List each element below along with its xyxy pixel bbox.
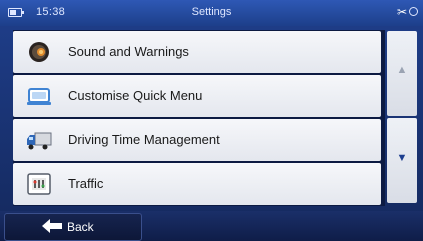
scroll-up-button[interactable]: ▲ [387,31,417,116]
menu-item-sound-and-warnings[interactable]: Sound and Warnings [13,31,381,73]
back-arrow-icon [41,218,63,238]
chevron-up-icon: ▲ [396,64,408,76]
page-title: Settings [191,6,232,18]
quick-menu-icon [26,84,52,108]
traffic-icon [26,172,52,196]
scroll-down-button[interactable]: ▼ [387,118,417,203]
truck-icon [26,128,52,152]
menu-item-label: Sound and Warnings [68,44,189,59]
menu-item-traffic[interactable]: Traffic [13,163,381,205]
menu-item-label: Customise Quick Menu [68,88,203,103]
bottom-bar: Back [0,211,423,241]
speaker-icon [26,40,52,64]
status-bar: 15:38 Settings ✂ [0,0,423,26]
gps-icon [409,7,418,16]
menu-item-label: Traffic [68,176,104,191]
menu-item-label: Driving Time Management [68,132,220,147]
back-button[interactable]: Back [4,213,142,241]
settings-screen: 15:38 Settings ✂ Sound and Warnings Cust… [0,0,423,241]
menu-item-customise-quick-menu[interactable]: Customise Quick Menu [13,75,381,117]
chevron-down-icon: ▼ [396,152,408,164]
wrench-icon[interactable]: ✂ [397,5,407,19]
menu-item-driving-time-management[interactable]: Driving Time Management [13,119,381,161]
back-label: Back [67,220,94,234]
